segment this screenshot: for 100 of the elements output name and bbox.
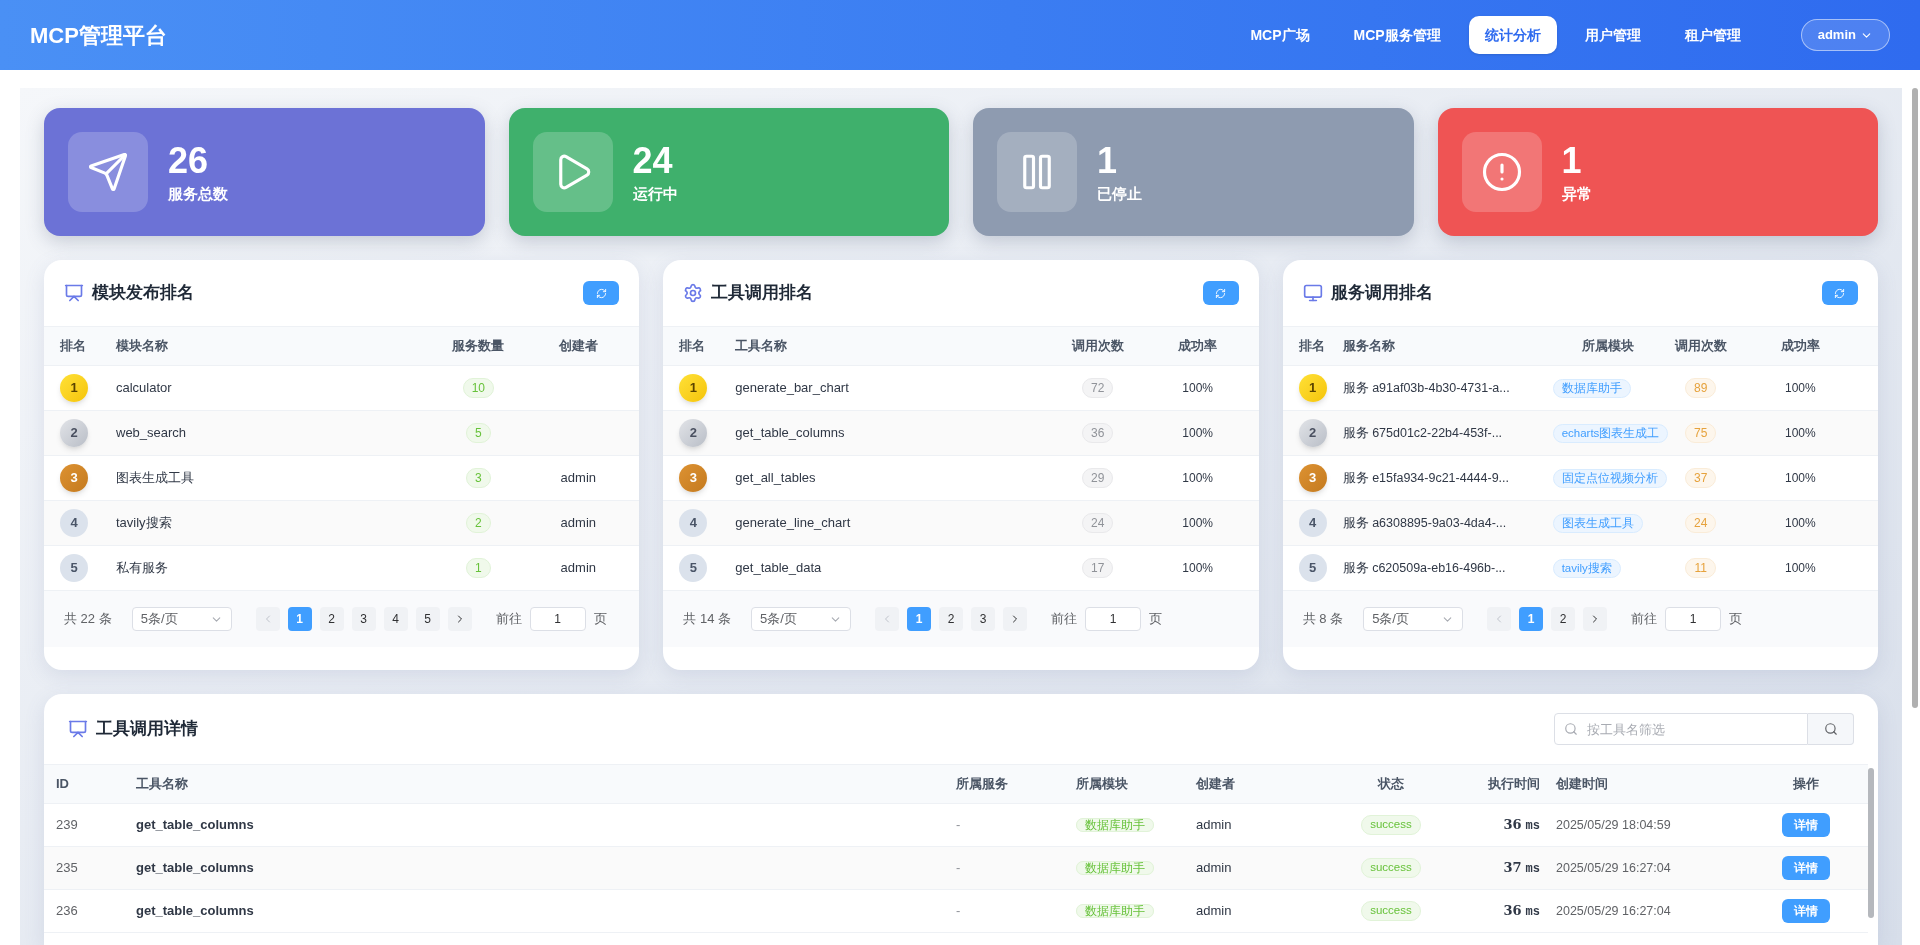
page-suffix: 页 [1729,610,1743,629]
rank-badge: 4 [60,509,88,537]
nav-tab[interactable]: MCP广场 [1234,16,1326,54]
creator-name: admin [559,469,598,488]
id-cell-text: 235 [56,859,79,878]
presentation-icon [64,283,84,303]
page-size-select[interactable]: 5条/页 [131,607,232,631]
service-name: 服务 c620509a-eb16-496b-... [1342,559,1507,577]
search-icon [1823,722,1838,736]
status-tag: success [1361,901,1421,921]
service-name: 服务 675d01c2-22b4-453f-... [1342,424,1504,442]
page-size-select[interactable]: 5条/页 [1363,607,1464,631]
column-header: 所属模块 [1076,775,1129,794]
app-title: MCP管理平台 [30,21,167,50]
column-header: 排名 [679,337,707,356]
count-badge: 10 [462,378,494,398]
page-button[interactable]: 2 [939,607,963,631]
rank-badge: 3 [1298,464,1327,492]
creator-name: admin [1196,859,1233,878]
count-badge: 1 [466,558,491,578]
page-size-value: 5条/页 [760,610,797,629]
page-button[interactable]: 5 [415,607,440,631]
alert-icon [1480,151,1523,193]
service-name: 服务 a91af03b-4b30-4731-a... [1342,379,1511,397]
refresh-button[interactable] [1202,281,1239,305]
page-button[interactable]: 3 [971,607,995,631]
module-tag: 图表生成工具 [1552,513,1643,534]
nav-tab[interactable]: 用户管理 [1568,16,1657,54]
page-button[interactable]: 2 [1551,607,1576,631]
card-title: 工具调用详情 [96,718,198,741]
search-icon [1564,722,1578,736]
column-header: 状态 [1376,775,1405,794]
monitor-icon [1302,283,1323,303]
success-rate: 100% [1783,470,1817,487]
tool-name: get_table_columns [735,424,846,443]
stat-value: 24 [632,139,674,184]
service-cell-text: - [956,816,962,835]
module-name: tavily搜索 [116,514,173,533]
rank-badge: 2 [1298,419,1327,447]
module-tag: 数据库助手 [1076,818,1154,833]
module-name: 私有服务 [116,559,169,578]
stat-label: 已停止 [1097,184,1142,205]
tool-name: get_table_columns [136,859,255,878]
page-button[interactable]: 4 [383,607,408,631]
count-badge: 36 [1081,423,1114,443]
goto-page-input[interactable]: 1 [1085,607,1141,631]
service-cell-text: - [956,902,962,921]
count-badge: 3 [466,468,491,488]
creator-name: admin [559,559,598,578]
table-scrollbar[interactable] [1868,768,1874,918]
goto-page-input[interactable]: 1 [529,607,586,631]
creator-name: admin [1196,816,1233,835]
success-rate: 100% [1181,425,1214,442]
column-header: 服务数量 [451,337,506,356]
nav-tab[interactable]: MCP服务管理 [1337,16,1457,54]
creator-name: admin [559,514,598,533]
count-badge: 75 [1684,423,1717,443]
next-page-button[interactable] [447,607,472,631]
module-name: web_search [116,424,188,443]
count-badge: 17 [1081,558,1114,578]
total-count: 共 14 条 [683,610,731,629]
refresh-button[interactable] [1822,281,1858,305]
created-time: 2025/05/29 16:27:04 [1556,902,1672,920]
tool-name: get_table_columns [136,816,255,835]
user-menu[interactable]: admin [1800,19,1890,51]
search-button[interactable] [1808,713,1854,745]
search-field[interactable]: 按工具名筛选 [1554,713,1808,745]
service-name: 服务 e15fa934-9c21-4444-9... [1342,469,1511,487]
goto-label: 前往 [495,610,522,629]
id-cell-text: 239 [56,816,79,835]
module-name: calculator [116,379,173,398]
rank-badge: 5 [1298,554,1327,582]
page-button[interactable]: 2 [319,607,344,631]
rank-badge: 3 [679,464,708,492]
duration-unit: ms [1525,861,1540,878]
page-button[interactable]: 3 [351,607,376,631]
status-tag: success [1361,815,1421,835]
rank-badge: 1 [679,374,708,402]
count-badge: 2 [466,513,491,533]
refresh-button[interactable] [583,281,620,305]
page-suffix: 页 [593,610,607,629]
card-title: 服务调用排名 [1330,282,1433,305]
created-time: 2025/05/29 18:04:59 [1556,816,1672,834]
gear-icon [683,283,704,303]
stat-label: 服务总数 [168,184,228,205]
next-page-button[interactable] [1003,607,1027,631]
column-header: 调用次数 [1070,337,1125,356]
page-size-select[interactable]: 5条/页 [751,607,851,631]
column-header: ID [56,775,70,794]
duration-value: 37 [1503,859,1522,877]
goto-page-input[interactable]: 1 [1665,607,1722,631]
count-badge: 5 [466,423,491,443]
next-page-button[interactable] [1583,607,1608,631]
total-count: 共 22 条 [64,610,112,629]
nav-tab[interactable]: 统计分析 [1468,16,1557,54]
module-tag: 数据库助手 [1076,904,1154,919]
success-rate: 100% [1783,425,1817,442]
page-scrollbar[interactable] [1912,88,1918,708]
creator-name: admin [1196,902,1233,921]
nav-tab[interactable]: 租户管理 [1668,16,1757,54]
